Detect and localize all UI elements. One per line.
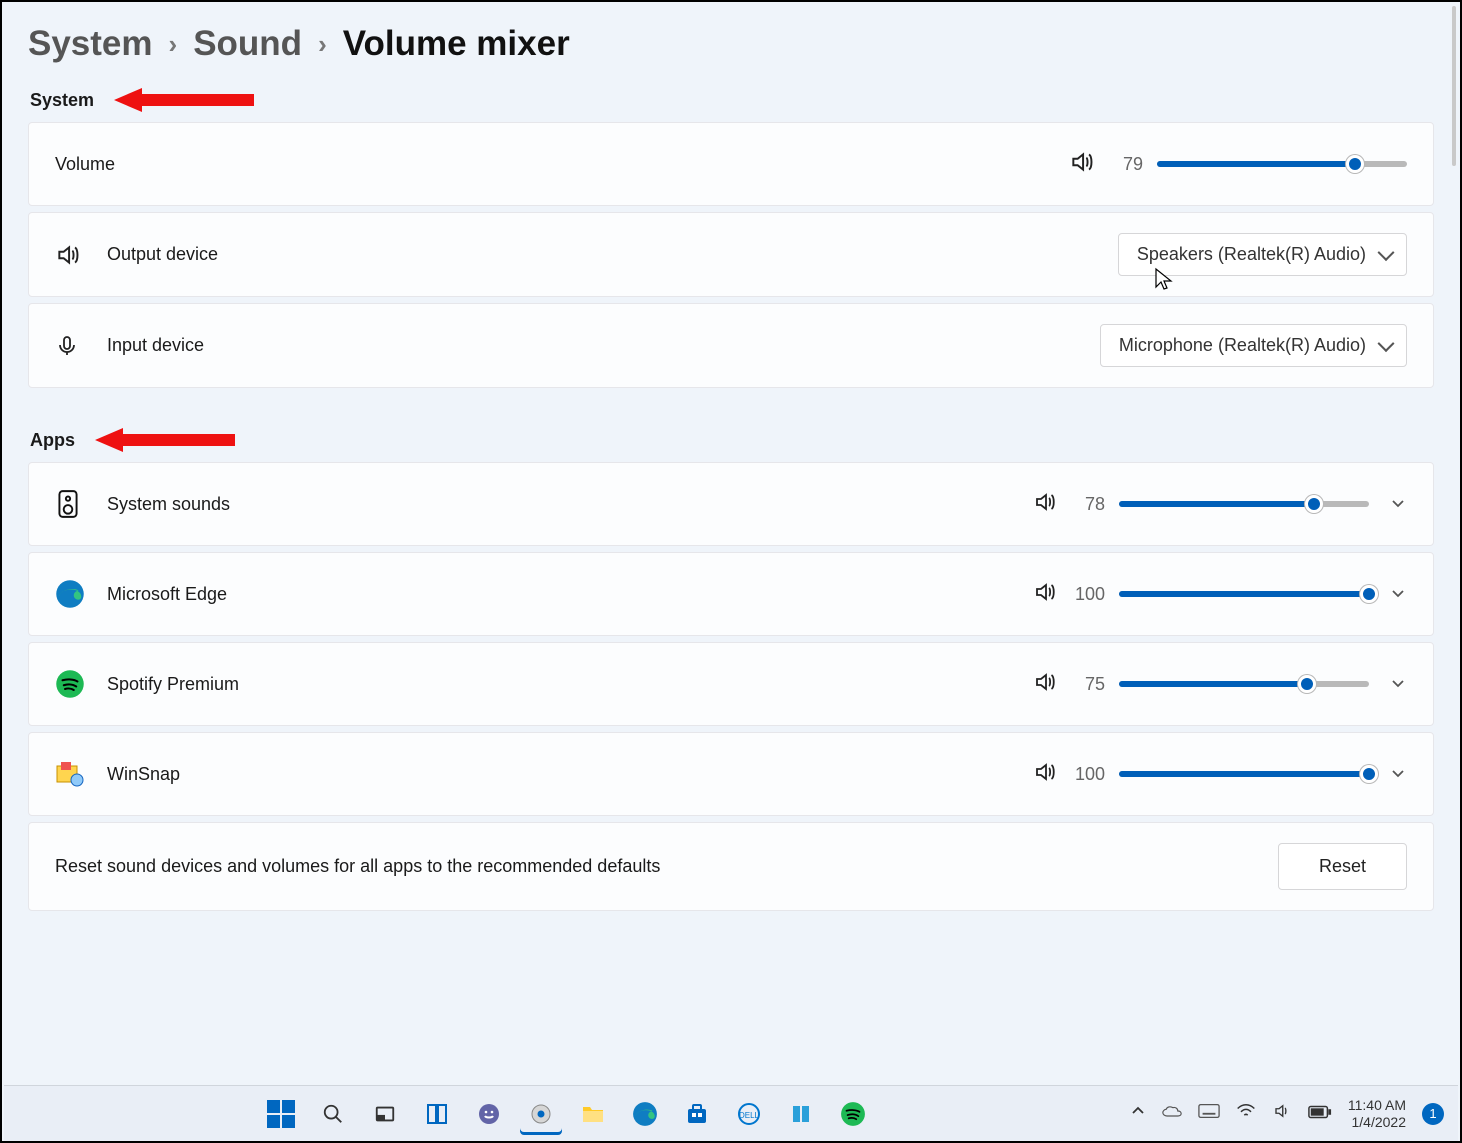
chat-icon[interactable] <box>468 1093 510 1135</box>
volume-value: 78 <box>1071 494 1105 515</box>
volume-tray-icon[interactable] <box>1272 1102 1292 1125</box>
expand-chevron-icon[interactable] <box>1389 765 1407 783</box>
section-heading-apps: Apps <box>30 428 1434 452</box>
breadcrumb: System › Sound › Volume mixer <box>28 24 1434 64</box>
row-output-device: Output device Speakers (Realtek(R) Audio… <box>28 212 1434 297</box>
breadcrumb-system[interactable]: System <box>28 24 153 64</box>
app-volume-slider[interactable] <box>1119 591 1369 597</box>
expand-chevron-icon[interactable] <box>1389 585 1407 603</box>
clock-time: 11:40 AM <box>1348 1097 1406 1114</box>
volume-value: 79 <box>1109 154 1143 175</box>
row-label: Volume <box>55 154 115 175</box>
volume-slider[interactable] <box>1157 161 1407 167</box>
row-input-device: Input device Microphone (Realtek(R) Audi… <box>28 303 1434 388</box>
app-volume-row: Spotify Premium 75 <box>28 642 1434 726</box>
scrollbar[interactable] <box>1452 6 1456 166</box>
app-volume-row: System sounds 78 <box>28 462 1434 546</box>
expand-chevron-icon[interactable] <box>1389 495 1407 513</box>
clock-date: 1/4/2022 <box>1348 1114 1406 1131</box>
app-icon-generic[interactable] <box>780 1093 822 1135</box>
app-icon <box>55 579 107 609</box>
volume-value: 100 <box>1071 764 1105 785</box>
store-icon[interactable] <box>676 1093 718 1135</box>
volume-icon[interactable] <box>1033 490 1057 519</box>
breadcrumb-sound[interactable]: Sound <box>193 24 302 64</box>
volume-value: 100 <box>1071 584 1105 605</box>
section-heading-label: System <box>30 90 94 111</box>
app-label: System sounds <box>107 494 230 515</box>
app-volume-slider[interactable] <box>1119 771 1369 777</box>
spotify-taskbar-icon[interactable] <box>832 1093 874 1135</box>
volume-icon[interactable] <box>1069 149 1095 180</box>
start-button[interactable] <box>260 1093 302 1135</box>
app-volume-slider[interactable] <box>1119 501 1369 507</box>
breadcrumb-current: Volume mixer <box>343 24 570 64</box>
section-heading-label: Apps <box>30 430 75 451</box>
annotation-arrow <box>95 428 235 452</box>
tray-chevron-icon[interactable] <box>1130 1103 1146 1124</box>
row-reset: Reset sound devices and volumes for all … <box>28 822 1434 911</box>
microphone-icon <box>55 334 107 358</box>
app-icon <box>55 489 107 519</box>
notification-badge[interactable]: 1 <box>1422 1103 1444 1125</box>
chevron-right-icon: › <box>318 29 327 60</box>
wifi-icon[interactable] <box>1236 1103 1256 1124</box>
expand-chevron-icon[interactable] <box>1389 675 1407 693</box>
taskbar-clock[interactable]: 11:40 AM 1/4/2022 <box>1348 1097 1406 1131</box>
app-volume-row: WinSnap 100 <box>28 732 1434 816</box>
reset-description: Reset sound devices and volumes for all … <box>55 856 660 877</box>
chevron-right-icon: › <box>169 29 178 60</box>
widgets-icon[interactable] <box>416 1093 458 1135</box>
app-volume-row: Microsoft Edge 100 <box>28 552 1434 636</box>
app-label: WinSnap <box>107 764 180 785</box>
reset-button[interactable]: Reset <box>1278 843 1407 890</box>
app-icon <box>55 760 107 788</box>
settings-taskbar-icon[interactable] <box>520 1093 562 1135</box>
taskbar: DELL 11:40 AM 1/4/2022 1 <box>4 1085 1458 1141</box>
onedrive-icon[interactable] <box>1162 1103 1182 1124</box>
volume-value: 75 <box>1071 674 1105 695</box>
row-label: Output device <box>107 244 218 265</box>
app-label: Spotify Premium <box>107 674 239 695</box>
app-label: Microsoft Edge <box>107 584 227 605</box>
volume-icon[interactable] <box>1033 580 1057 609</box>
row-system-volume: Volume 79 <box>28 122 1434 206</box>
output-device-dropdown[interactable]: Speakers (Realtek(R) Audio) <box>1118 233 1407 276</box>
speaker-icon <box>55 242 107 268</box>
file-explorer-icon[interactable] <box>572 1093 614 1135</box>
volume-icon[interactable] <box>1033 760 1057 789</box>
annotation-arrow <box>114 88 254 112</box>
edge-taskbar-icon[interactable] <box>624 1093 666 1135</box>
svg-text:DELL: DELL <box>739 1111 760 1120</box>
volume-icon[interactable] <box>1033 670 1057 699</box>
battery-icon[interactable] <box>1308 1103 1332 1124</box>
input-device-dropdown[interactable]: Microphone (Realtek(R) Audio) <box>1100 324 1407 367</box>
keyboard-icon[interactable] <box>1198 1103 1220 1124</box>
app-icon <box>55 669 107 699</box>
task-view-icon[interactable] <box>364 1093 406 1135</box>
search-icon[interactable] <box>312 1093 354 1135</box>
row-label: Input device <box>107 335 204 356</box>
app-volume-slider[interactable] <box>1119 681 1369 687</box>
dell-icon[interactable]: DELL <box>728 1093 770 1135</box>
section-heading-system: System <box>30 88 1434 112</box>
